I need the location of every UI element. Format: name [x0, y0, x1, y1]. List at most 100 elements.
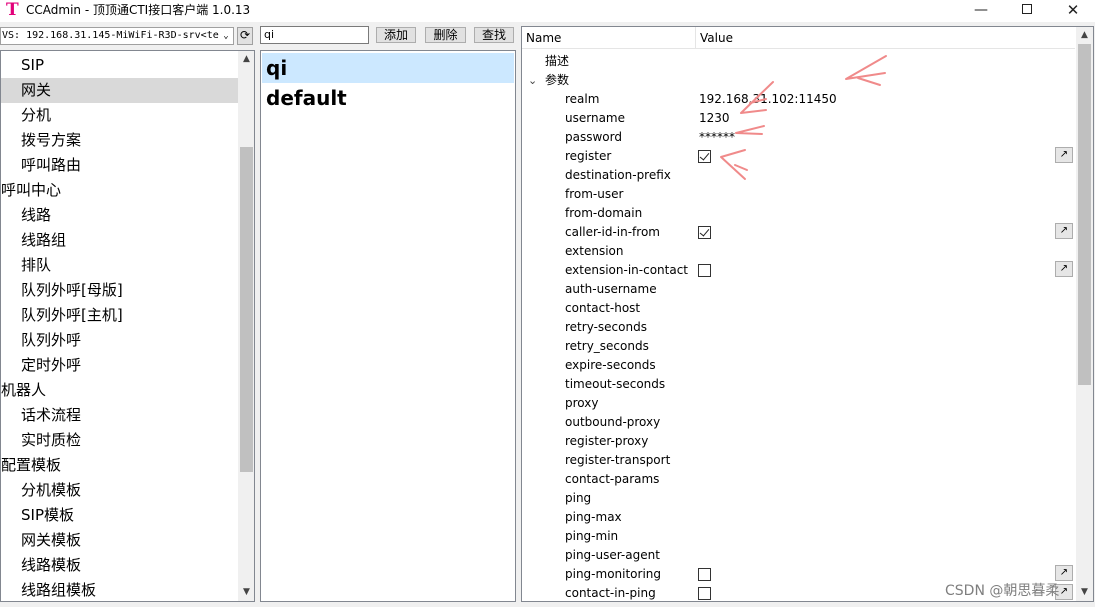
property-name: register — [565, 149, 612, 163]
close-button[interactable]: ✕ — [1050, 0, 1095, 22]
tree-item[interactable]: SIP模板 — [1, 503, 238, 528]
scroll-down-icon[interactable]: ▼ — [238, 584, 254, 601]
server-select[interactable]: VS: 192.168.31.145-MiWiFi-R3D-srv<tes ⌄ — [0, 27, 234, 45]
property-row[interactable]: from-domain — [522, 204, 1075, 223]
property-row[interactable]: ping — [522, 489, 1075, 508]
property-name: timeout-seconds — [565, 377, 666, 391]
property-name: contact-in-ping — [565, 586, 656, 600]
property-scrollbar[interactable]: ▲ ▼ — [1076, 27, 1093, 601]
scroll-down-icon[interactable]: ▼ — [1076, 584, 1093, 601]
property-name: extension — [565, 244, 624, 258]
property-checkbox[interactable] — [698, 568, 711, 581]
maximize-button[interactable] — [1004, 0, 1050, 22]
property-row[interactable]: retry-seconds — [522, 318, 1075, 337]
column-divider[interactable] — [695, 27, 696, 49]
tree-item[interactable]: 拨号方案 — [1, 128, 238, 153]
property-row[interactable]: register ↗ — [522, 147, 1075, 166]
minimize-button[interactable]: — — [958, 0, 1004, 22]
tree-item[interactable]: 线路组 — [1, 228, 238, 253]
tree-item[interactable]: 网关模板 — [1, 528, 238, 553]
tree-item[interactable]: 呼叫中心 — [1, 178, 238, 203]
property-row[interactable]: caller-id-in-from ↗ — [522, 223, 1075, 242]
tree-item[interactable]: 排队 — [1, 253, 238, 278]
tree-item[interactable]: 分机模板 — [1, 478, 238, 503]
tree-scrollbar[interactable]: ▲ ▼ — [238, 51, 254, 601]
property-row[interactable]: outbound-proxy — [522, 413, 1075, 432]
refresh-button[interactable]: ⟳ — [237, 27, 253, 45]
property-checkbox[interactable] — [698, 587, 711, 600]
tree-item[interactable]: 队列外呼 — [1, 328, 238, 353]
tree-item[interactable]: 定时外呼 — [1, 353, 238, 378]
column-header-name[interactable]: Name — [526, 31, 561, 45]
property-value[interactable]: 192.168.31.102:11450 — [699, 90, 837, 109]
property-value[interactable]: ****** — [699, 128, 735, 147]
property-row[interactable]: ping-max — [522, 508, 1075, 527]
scroll-up-icon[interactable]: ▲ — [238, 51, 254, 68]
property-row[interactable]: register-proxy — [522, 432, 1075, 451]
property-value[interactable]: 1230 — [699, 109, 730, 128]
property-row[interactable]: username 1230 — [522, 109, 1075, 128]
property-row[interactable]: proxy — [522, 394, 1075, 413]
tree-item[interactable]: SIP — [1, 53, 238, 78]
property-row[interactable]: contact-params — [522, 470, 1075, 489]
tree-item[interactable]: 队列外呼[主机] — [1, 303, 238, 328]
tree-item[interactable]: 话术流程 — [1, 403, 238, 428]
property-row[interactable]: expire-seconds — [522, 356, 1075, 375]
tree-item[interactable]: 实时质检 — [1, 428, 238, 453]
delete-button[interactable]: 删除 — [425, 27, 466, 43]
property-row[interactable]: realm 192.168.31.102:11450 — [522, 90, 1075, 109]
property-row[interactable]: auth-username — [522, 280, 1075, 299]
property-name: retry-seconds — [565, 320, 647, 334]
property-row[interactable]: password ****** — [522, 128, 1075, 147]
list-item[interactable]: default — [262, 83, 514, 113]
property-edit-button[interactable]: ↗ — [1055, 261, 1073, 277]
find-button[interactable]: 查找 — [474, 27, 514, 43]
tree-item[interactable]: 呼叫路由 — [1, 153, 238, 178]
property-group-label: 参数 — [545, 73, 570, 87]
scroll-up-icon[interactable]: ▲ — [1076, 27, 1093, 44]
property-row[interactable]: contact-host — [522, 299, 1075, 318]
property-row[interactable]: ping-user-agent — [522, 546, 1075, 565]
tree-item[interactable]: 网关 — [1, 78, 238, 103]
tree-item[interactable]: 机器人 — [1, 378, 238, 403]
property-checkbox[interactable] — [698, 226, 711, 239]
column-header-value[interactable]: Value — [700, 31, 733, 45]
property-name: register-transport — [565, 453, 671, 467]
property-edit-button[interactable]: ↗ — [1055, 223, 1073, 239]
server-select-value: VS: 192.168.31.145-MiWiFi-R3D-srv<tes — [2, 30, 225, 41]
property-row[interactable]: timeout-seconds — [522, 375, 1075, 394]
tree-item[interactable]: 线路 — [1, 203, 238, 228]
search-input[interactable]: qi — [260, 26, 369, 44]
tree-item[interactable]: 线路组模板 — [1, 578, 238, 601]
add-button[interactable]: 添加 — [376, 27, 416, 43]
property-checkbox[interactable] — [698, 150, 711, 163]
property-row[interactable]: extension-in-contact ↗ — [522, 261, 1075, 280]
property-edit-button[interactable]: ↗ — [1055, 147, 1073, 163]
property-row[interactable]: extension — [522, 242, 1075, 261]
property-row[interactable]: retry_seconds — [522, 337, 1075, 356]
property-checkbox[interactable] — [698, 264, 711, 277]
property-scrollbar-thumb[interactable] — [1078, 44, 1091, 385]
expand-chevron-icon[interactable]: ⌄ — [528, 71, 537, 90]
app-logo-icon: T — [6, 0, 19, 20]
tree-item[interactable]: 分机 — [1, 103, 238, 128]
window-title: CCAdmin - 顶顶通CTI接口客户端 1.0.13 — [26, 3, 251, 17]
tree-item[interactable]: 线路模板 — [1, 553, 238, 578]
property-row[interactable]: 描述 — [522, 52, 1075, 71]
property-row[interactable]: register-transport — [522, 451, 1075, 470]
property-name: auth-username — [565, 282, 657, 296]
tree-item[interactable]: 配置模板 — [1, 453, 238, 478]
property-row[interactable]: ping-min — [522, 527, 1075, 546]
list-item[interactable]: qi — [262, 53, 514, 83]
refresh-icon: ⟳ — [239, 28, 251, 42]
gateway-list: qi default — [260, 50, 516, 602]
property-row[interactable]: ⌄ 参数 — [522, 71, 1075, 90]
property-row[interactable]: destination-prefix — [522, 166, 1075, 185]
nav-tree: SIP 网关 分机 拨号方案 呼叫路由 呼叫中心 线路 线路组 排队 队列外呼[母版] 队列外呼[主… — [0, 50, 255, 602]
tree-item[interactable]: 队列外呼[母版] — [1, 278, 238, 303]
property-name: from-domain — [565, 206, 643, 220]
property-edit-button[interactable]: ↗ — [1055, 565, 1073, 581]
property-row[interactable]: from-user — [522, 185, 1075, 204]
tree-scrollbar-thumb[interactable] — [240, 147, 253, 472]
property-name: password — [565, 130, 622, 144]
